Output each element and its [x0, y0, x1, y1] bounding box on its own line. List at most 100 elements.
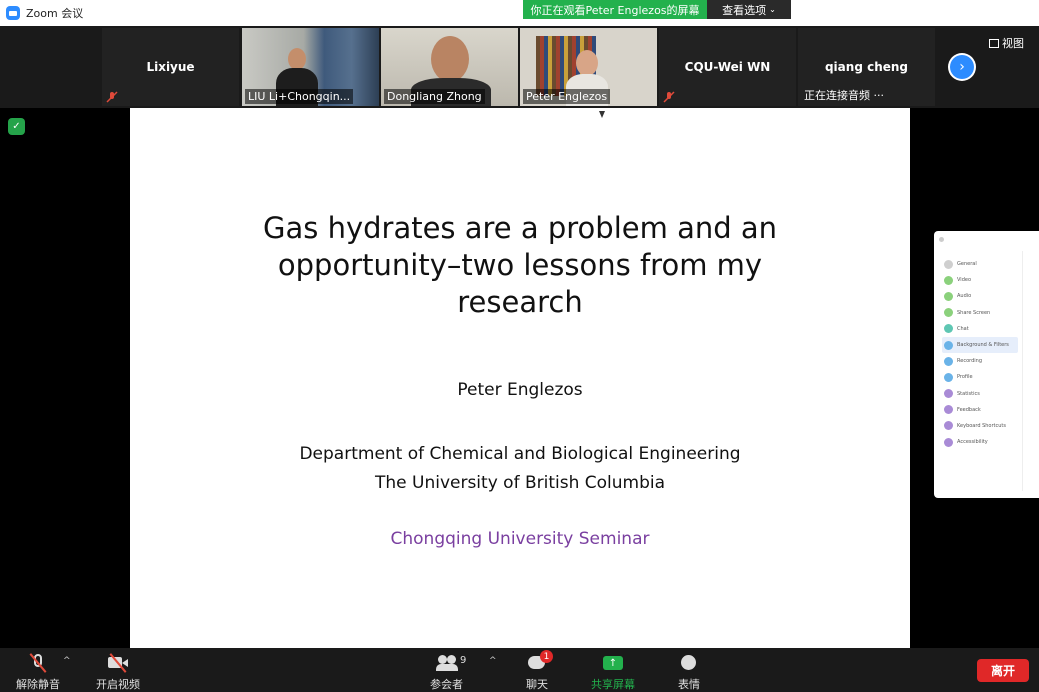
settings-item-label: Feedback	[957, 406, 981, 413]
participants-options-caret-icon[interactable]: ^	[489, 656, 497, 666]
participant-tile[interactable]: qiang cheng 正在连接音频 ···	[798, 28, 935, 106]
reactions-label: 表情	[678, 678, 700, 691]
participant-name: Peter Englezos	[523, 89, 611, 104]
zoom-logo-icon	[6, 6, 20, 20]
slide-seminar-name: Chongqing University Seminar	[390, 529, 650, 549]
mic-muted-icon	[27, 653, 49, 673]
mouse-cursor-icon	[599, 111, 605, 118]
chat-unread-badge: 1	[540, 650, 553, 663]
slide-department: Department of Chemical and Biological En…	[299, 444, 741, 464]
settings-item-icon	[944, 308, 953, 318]
shared-screen-area: ✓ Gas hydrates are a problem and an oppo…	[0, 108, 1039, 648]
settings-item[interactable]: Background & Filters	[942, 336, 1018, 354]
viewing-status-text: 你正在观看Peter Englezos的屏幕	[523, 0, 707, 19]
participant-avatar	[576, 50, 598, 76]
settings-item-icon	[944, 324, 953, 334]
slide-author: Peter Englezos	[457, 380, 583, 400]
leave-meeting-button[interactable]: 离开	[977, 659, 1029, 682]
slide-affiliation: Department of Chemical and Biological En…	[130, 440, 910, 498]
view-button[interactable]: 视图	[989, 35, 1024, 51]
slide-title: Gas hydrates are a problem and an opport…	[263, 211, 777, 319]
settings-item[interactable]: Feedback	[942, 402, 1018, 418]
participant-name: Dongliang Zhong	[384, 89, 485, 104]
settings-item-label: Chat	[957, 325, 969, 332]
unmute-label: 解除静音	[16, 678, 60, 691]
video-off-icon	[107, 653, 129, 673]
settings-item[interactable]: Keyboard Shortcuts	[942, 418, 1018, 434]
participants-count: 9	[460, 655, 467, 666]
settings-item-icon	[944, 275, 953, 285]
settings-item[interactable]: Accessibility	[942, 434, 1018, 450]
mic-muted-icon	[106, 91, 118, 103]
settings-item[interactable]: Profile	[942, 369, 1018, 385]
settings-item-icon	[944, 405, 953, 415]
participant-strip: Lixiyue LIU Li+Chongqin... Dongliang Zho…	[0, 26, 1039, 108]
settings-item-label: Accessibility	[957, 439, 988, 446]
settings-item-icon	[944, 259, 953, 269]
settings-item-label: Share Screen	[957, 309, 991, 316]
settings-item-label: Video	[957, 277, 972, 284]
settings-item-label: Profile	[957, 374, 973, 381]
view-options-button[interactable]: 查看选项 ⌄	[707, 0, 791, 19]
audio-connecting-status: 正在连接音频 ···	[804, 89, 884, 102]
settings-panel: General Video Audio Share Screen Chat Backgro…	[934, 231, 1039, 498]
audio-options-caret-icon[interactable]: ^	[63, 656, 71, 666]
participant-tile[interactable]: Peter Englezos	[520, 28, 657, 106]
settings-item[interactable]: Statistics	[942, 386, 1018, 402]
settings-menu: General Video Audio Share Screen Chat Backgro…	[942, 256, 1018, 450]
meeting-toolbar: 解除静音 ^ 开启视频 参会者 9 ^ 聊天 1 ↑ 共享屏幕 表情 离开	[0, 648, 1039, 692]
participant-tile[interactable]: Lixiyue	[102, 28, 239, 106]
settings-item[interactable]: General	[942, 256, 1018, 272]
settings-item-icon	[944, 340, 953, 350]
participant-name: Lixiyue	[146, 60, 195, 74]
next-page-button[interactable]: ›	[948, 53, 976, 81]
participant-tile[interactable]: CQU-Wei WN	[659, 28, 796, 106]
share-screen-button[interactable]: ↑ 共享屏幕	[591, 653, 635, 692]
settings-item-icon	[944, 356, 953, 366]
participant-name: CQU-Wei WN	[684, 60, 771, 74]
unmute-button[interactable]: 解除静音	[16, 653, 60, 692]
participant-tile-active-speaker[interactable]: LIU Li+Chongqin...	[242, 28, 379, 106]
slide-university: The University of British Columbia	[374, 473, 666, 493]
settings-item-icon	[944, 291, 953, 301]
start-video-button[interactable]: 开启视频	[96, 653, 140, 692]
shared-slide: Gas hydrates are a problem and an opport…	[130, 108, 910, 648]
share-screen-label: 共享屏幕	[591, 678, 635, 691]
participant-avatar	[288, 48, 306, 70]
participant-tile[interactable]: Dongliang Zhong	[381, 28, 518, 106]
participant-avatar	[431, 36, 469, 82]
reactions-button[interactable]: 表情	[678, 653, 700, 692]
settings-item-label: Recording	[957, 358, 983, 365]
participant-name: LIU Li+Chongqin...	[245, 89, 354, 104]
settings-item-label: Keyboard Shortcuts	[957, 422, 1006, 429]
settings-item[interactable]: Chat	[942, 321, 1018, 337]
window-title: Zoom 会议	[26, 7, 84, 20]
view-label: 视图	[1002, 37, 1024, 50]
settings-item-icon	[944, 389, 953, 399]
chevron-right-icon: ›	[950, 55, 974, 79]
start-video-label: 开启视频	[96, 678, 140, 691]
settings-item[interactable]: Video	[942, 272, 1018, 288]
security-shield-icon[interactable]: ✓	[8, 118, 25, 135]
settings-item-icon	[944, 372, 953, 382]
panel-divider	[1022, 251, 1023, 491]
view-options-label: 查看选项	[722, 3, 767, 17]
window-dot-icon	[939, 237, 944, 242]
settings-item[interactable]: Audio	[942, 288, 1018, 304]
settings-item-label: Background & Filters	[957, 342, 1009, 349]
participant-name: qiang cheng	[824, 60, 909, 74]
emoji-icon	[678, 653, 700, 673]
settings-item-label: Statistics	[957, 390, 980, 397]
settings-item-icon	[944, 421, 953, 431]
participants-button[interactable]: 参会者	[430, 653, 463, 692]
settings-item[interactable]: Share Screen	[942, 305, 1018, 321]
participants-icon	[435, 653, 458, 673]
settings-item-icon	[944, 437, 953, 447]
mic-muted-icon	[663, 91, 675, 103]
zoom-window: Zoom 会议 你正在观看Peter Englezos的屏幕 查看选项 ⌄ Li…	[0, 0, 1039, 692]
title-bar: Zoom 会议	[0, 0, 1039, 26]
settings-item-label: Audio	[957, 293, 972, 300]
settings-item-label: General	[957, 261, 977, 268]
share-screen-icon: ↑	[602, 653, 624, 673]
settings-item[interactable]: Recording	[942, 353, 1018, 369]
